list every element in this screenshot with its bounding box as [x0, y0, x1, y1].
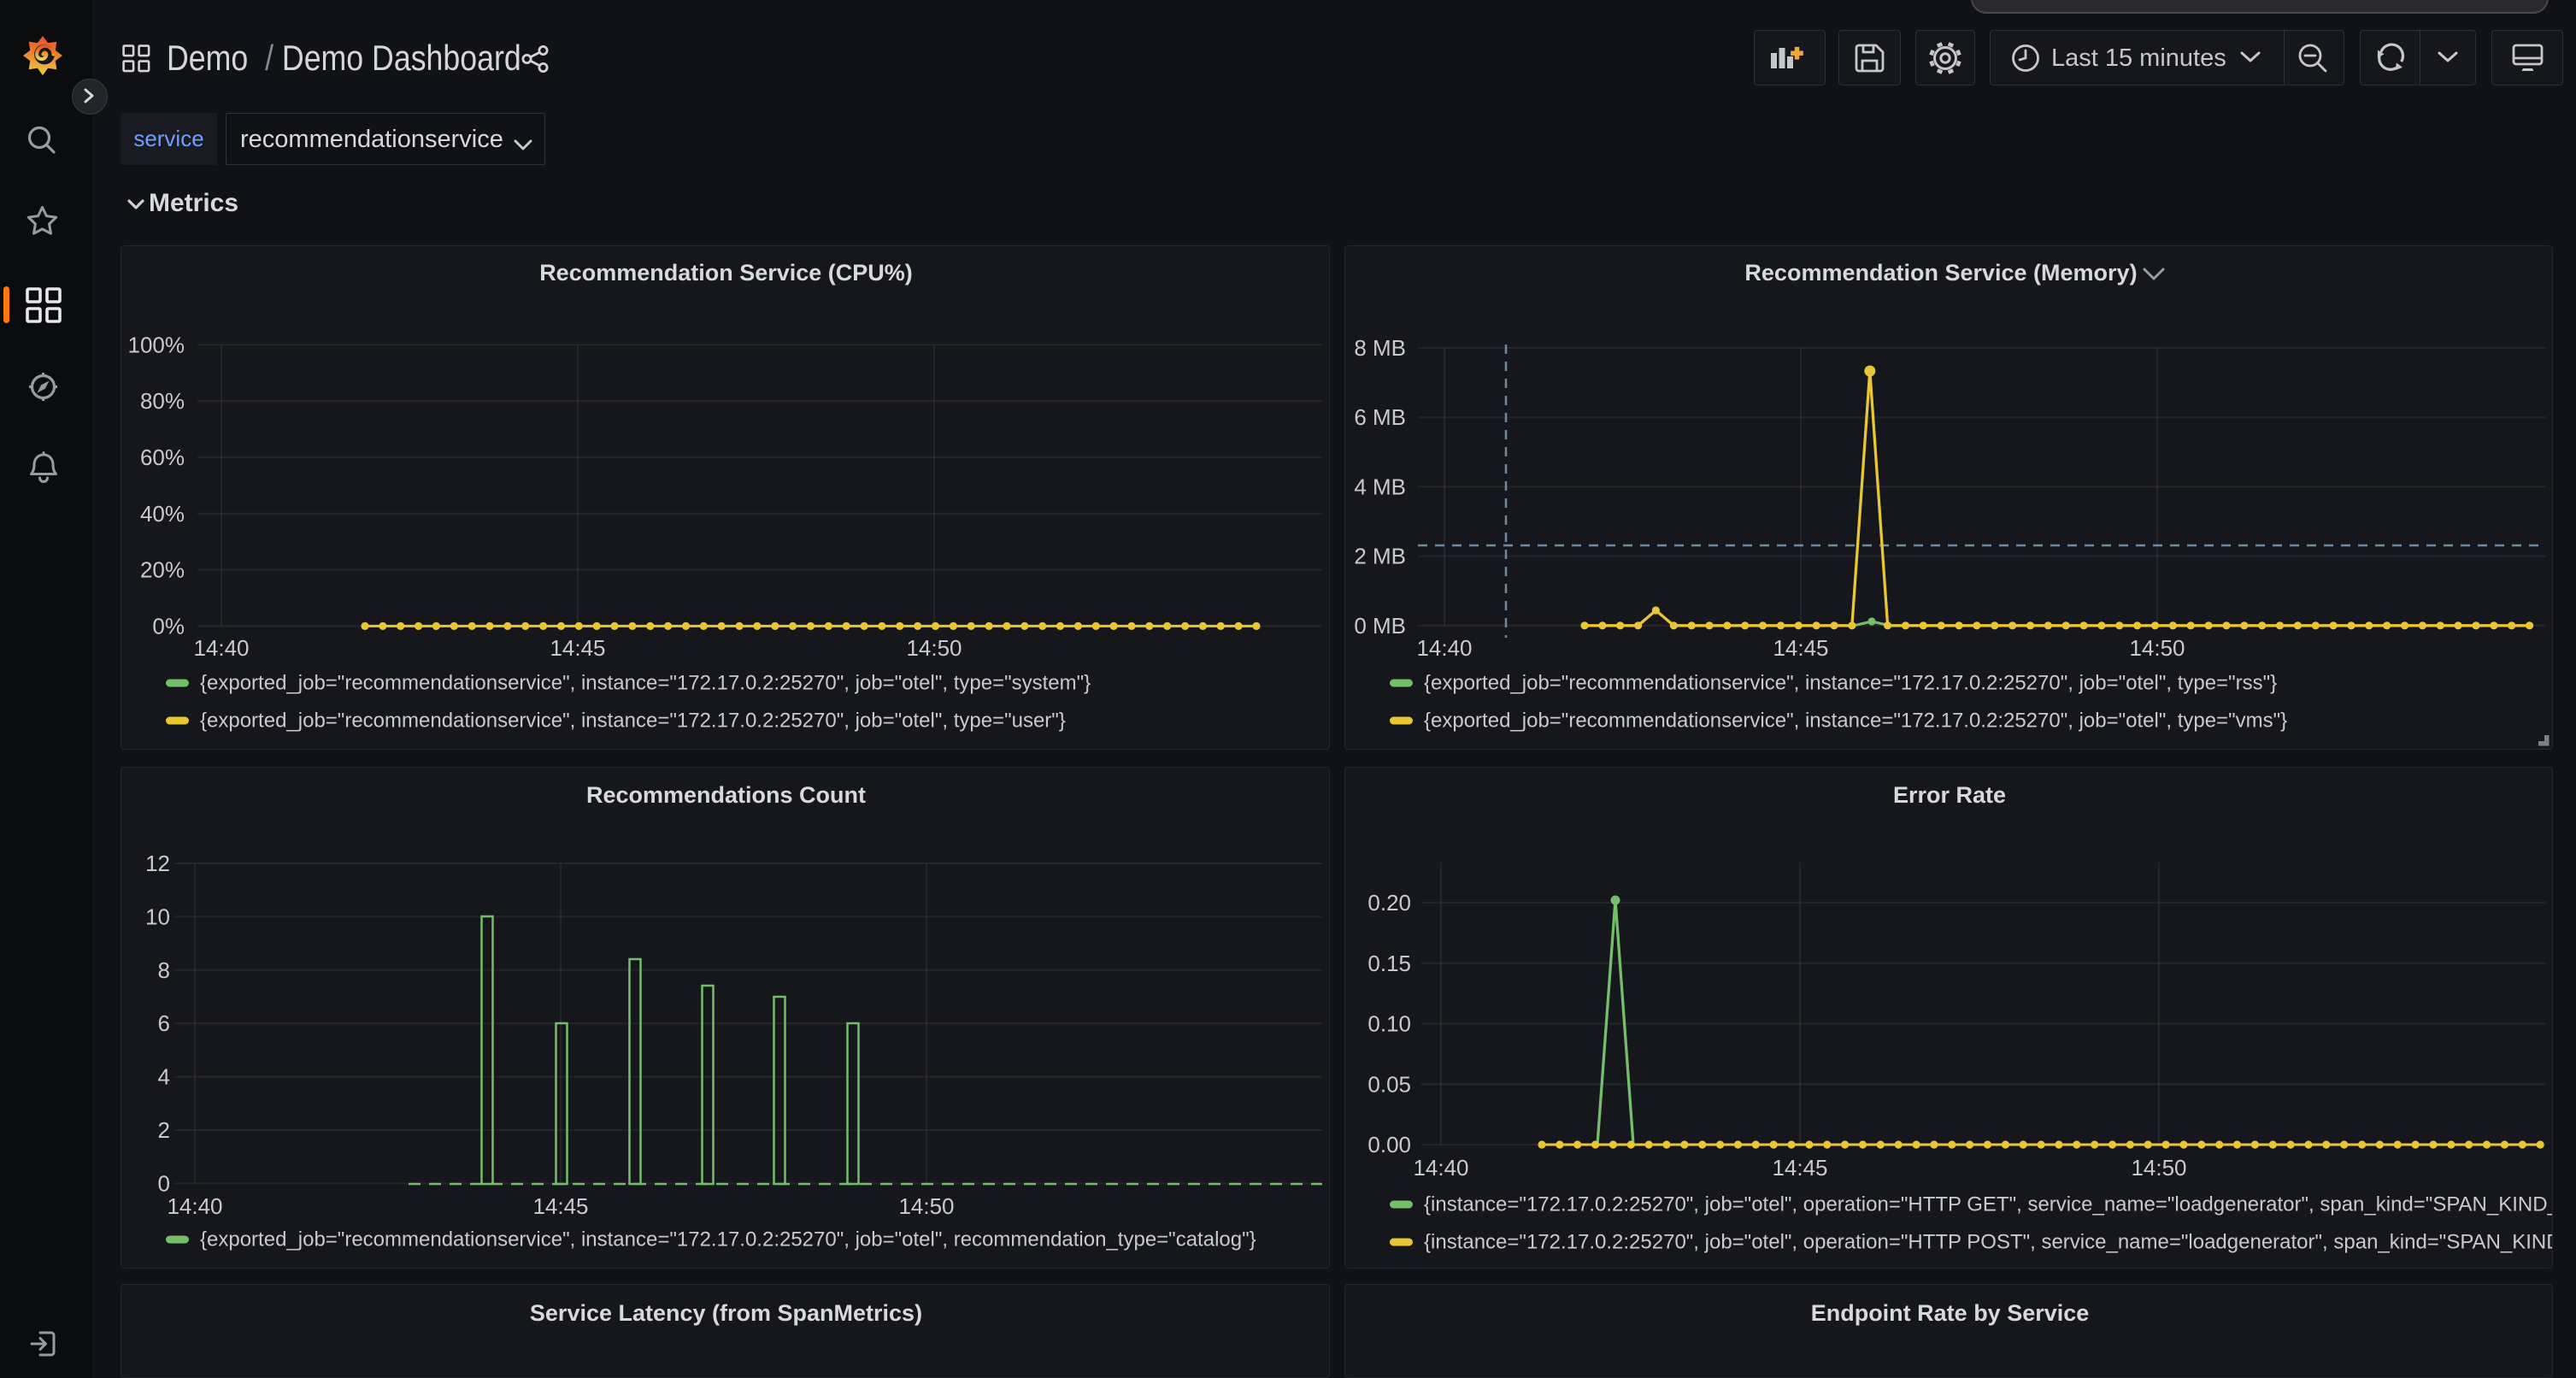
svg-text:0.00: 0.00: [1367, 1132, 1411, 1157]
svg-text:60%: 60%: [140, 445, 185, 470]
svg-text:20%: 20%: [140, 557, 185, 583]
svg-text:80%: 80%: [140, 388, 185, 414]
svg-text:40%: 40%: [140, 501, 185, 527]
svg-text:14:45: 14:45: [1773, 635, 1828, 661]
svg-text:100%: 100%: [128, 332, 185, 357]
svg-text:14:45: 14:45: [550, 635, 605, 661]
svg-text:4 MB: 4 MB: [1354, 474, 1406, 499]
svg-text:0%: 0%: [152, 613, 185, 639]
svg-text:Error Rate: Error Rate: [1893, 782, 2006, 808]
svg-text:0: 0: [158, 1170, 170, 1196]
svg-text:0.15: 0.15: [1367, 951, 1411, 976]
svg-text:4: 4: [158, 1064, 170, 1090]
svg-text:0.20: 0.20: [1367, 890, 1411, 916]
svg-text:{exported_job="recommendations: {exported_job="recommendationservice", i…: [200, 672, 1091, 695]
svg-text:12: 12: [145, 851, 170, 876]
svg-text:10: 10: [145, 904, 170, 929]
svg-text:{exported_job="recommendations: {exported_job="recommendationservice", i…: [200, 710, 1066, 733]
svg-text:0.10: 0.10: [1367, 1011, 1411, 1037]
svg-text:0.05: 0.05: [1367, 1071, 1411, 1097]
svg-text:2: 2: [158, 1117, 170, 1143]
svg-text:8: 8: [158, 957, 170, 983]
svg-text:{exported_job="recommendations: {exported_job="recommendationservice", i…: [200, 1228, 1256, 1251]
svg-text:14:40: 14:40: [1416, 635, 1472, 661]
svg-text:14:40: 14:40: [193, 635, 249, 661]
svg-text:14:45: 14:45: [1772, 1155, 1827, 1181]
svg-text:14:45: 14:45: [532, 1193, 588, 1219]
svg-text:0 MB: 0 MB: [1354, 613, 1406, 639]
svg-text:6: 6: [158, 1010, 170, 1036]
svg-text:Recommendation Service (CPU%): Recommendation Service (CPU%): [539, 260, 913, 286]
svg-text:14:50: 14:50: [2131, 1155, 2186, 1181]
svg-text:14:50: 14:50: [898, 1193, 954, 1219]
svg-text:{exported_job="recommendations: {exported_job="recommendationservice", i…: [1424, 672, 2277, 695]
svg-text:Recommendations Count: Recommendations Count: [586, 782, 866, 808]
svg-text:14:50: 14:50: [2129, 635, 2185, 661]
svg-text:2 MB: 2 MB: [1354, 544, 1406, 569]
svg-text:{instance="172.17.0.2:25270",: {instance="172.17.0.2:25270", job="otel"…: [1424, 1193, 2553, 1216]
svg-text:8 MB: 8 MB: [1354, 335, 1406, 361]
svg-text:14:40: 14:40: [167, 1193, 222, 1219]
svg-text:{exported_job="recommendations: {exported_job="recommendationservice", i…: [1424, 710, 2287, 733]
svg-text:Recommendation Service (Memory: Recommendation Service (Memory): [1744, 260, 2137, 286]
svg-text:14:50: 14:50: [906, 635, 962, 661]
svg-text:6 MB: 6 MB: [1354, 404, 1406, 430]
svg-text:{instance="172.17.0.2:25270",: {instance="172.17.0.2:25270", job="otel"…: [1424, 1231, 2553, 1254]
svg-text:Endpoint Rate by Service: Endpoint Rate by Service: [1811, 1300, 2090, 1326]
svg-text:Service Latency (from SpanMetr: Service Latency (from SpanMetrics): [530, 1300, 922, 1326]
svg-text:14:40: 14:40: [1413, 1155, 1468, 1181]
